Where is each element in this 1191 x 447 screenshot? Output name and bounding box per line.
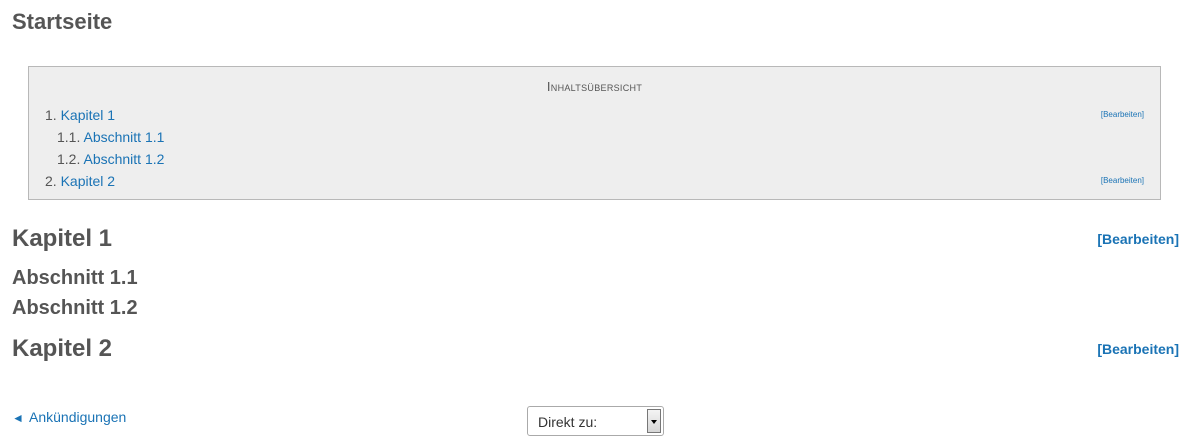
- table-of-contents: Inhaltsübersicht 1. Kapitel 1 [Bearbeite…: [28, 66, 1161, 200]
- toc-edit-link-kapitel-1[interactable]: [Bearbeiten]: [1101, 105, 1144, 125]
- chapter-1-title: Kapitel 1: [12, 225, 113, 252]
- toc-item-kapitel-1: 1. Kapitel 1 [Bearbeiten]: [29, 105, 1160, 125]
- toc-item-number: 1.2.: [57, 151, 81, 167]
- toc-link-kapitel-1[interactable]: Kapitel 1: [61, 107, 115, 123]
- section-1-2-heading: Abschnitt 1.2: [12, 297, 138, 319]
- toc-edit-link-kapitel-2[interactable]: [Bearbeiten]: [1101, 171, 1144, 191]
- toc-item-kapitel-2: 2. Kapitel 2 [Bearbeiten]: [29, 171, 1160, 191]
- chapter-1-edit-link[interactable]: [Bearbeiten]: [1097, 230, 1179, 248]
- page-title: Startseite: [12, 9, 113, 34]
- toc-item-abschnitt-1-1: 1.1. Abschnitt 1.1: [29, 127, 1160, 147]
- toc-item-number: 1.1.: [57, 129, 81, 145]
- left-arrow-icon: ◄: [12, 411, 24, 425]
- toc-item-abschnitt-1-2: 1.2. Abschnitt 1.2: [29, 149, 1160, 169]
- toc-link-abschnitt-1-1[interactable]: Abschnitt 1.1: [83, 129, 164, 145]
- section-1-1-heading: Abschnitt 1.1: [12, 267, 138, 289]
- chevron-down-icon[interactable]: [647, 409, 661, 433]
- chapter-2-heading: Kapitel 2 [Bearbeiten]: [12, 334, 1179, 364]
- toc-link-kapitel-2[interactable]: Kapitel 2: [61, 173, 115, 189]
- previous-activity-link[interactable]: ◄ Ankündigungen: [12, 408, 126, 427]
- toc-title: Inhaltsübersicht: [546, 79, 643, 94]
- toc-item-number: 2.: [45, 173, 57, 189]
- jump-to-value: Direkt zu:: [538, 414, 598, 430]
- jump-to-select[interactable]: Direkt zu:: [527, 406, 664, 436]
- chapter-2-edit-link[interactable]: [Bearbeiten]: [1097, 340, 1179, 358]
- toc-link-abschnitt-1-2[interactable]: Abschnitt 1.2: [83, 151, 164, 167]
- chapter-2-title: Kapitel 2: [12, 335, 113, 362]
- page: Startseite Inhaltsübersicht 1. Kapitel 1…: [0, 0, 1191, 447]
- chapter-1-heading: Kapitel 1 [Bearbeiten]: [12, 224, 1179, 254]
- previous-activity-label: Ankündigungen: [29, 409, 127, 425]
- toc-item-number: 1.: [45, 107, 57, 123]
